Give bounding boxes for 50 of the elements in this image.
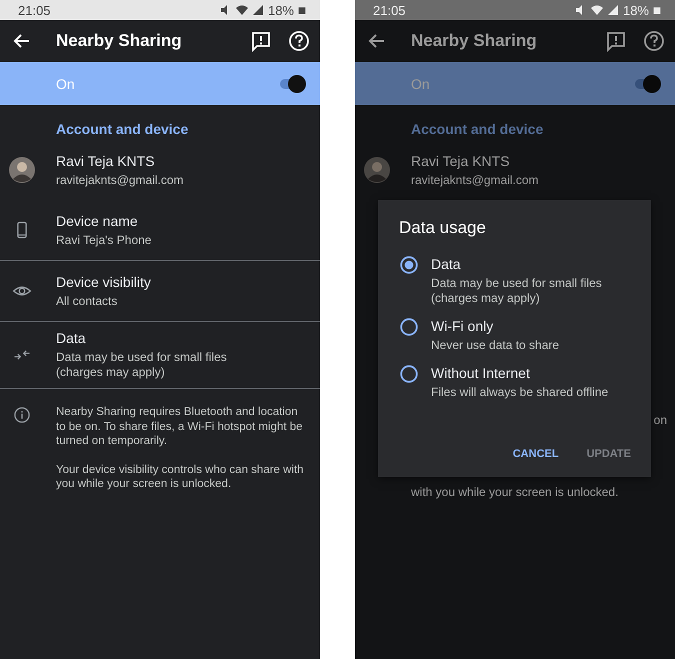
info-text: Nearby Sharing requires Bluetooth and location to be on. To share files, a Wi-Fi hotspot might be turned on temporarily.: [56, 405, 304, 448]
battery-percent: 18%: [268, 2, 294, 18]
feedback-icon[interactable]: [605, 30, 627, 52]
row-subtitle: ravitejaknts@gmail.com: [56, 172, 184, 188]
status-time: 21:05: [18, 2, 51, 18]
radio-button[interactable]: [400, 256, 418, 274]
switch-row[interactable]: On: [355, 62, 675, 105]
info-icon: [12, 405, 32, 425]
signal-icon: [252, 4, 264, 16]
row-subtitle: All contacts: [56, 294, 118, 308]
toggle-switch[interactable]: [278, 74, 306, 92]
status-time: 21:05: [373, 2, 406, 18]
switch-label: On: [56, 76, 76, 92]
section-header: Account and device: [410, 120, 544, 139]
option-subtitle: Files will always be shared offline: [431, 385, 608, 400]
radio-button[interactable]: [400, 318, 418, 336]
row-title: Device name: [56, 212, 139, 228]
radio-button[interactable]: [400, 365, 418, 383]
row-title: Data: [56, 330, 87, 346]
row-subtitle: Data may be used for small files (charges may apply): [56, 350, 227, 380]
switch-row[interactable]: On: [0, 62, 320, 105]
avatar-icon: [364, 157, 390, 183]
row-subtitle: Ravi Teja's Phone: [56, 232, 152, 248]
option-title: Without Internet: [431, 365, 531, 381]
option-subtitle: Data may be used for small files (charges may apply): [431, 276, 602, 306]
info-text: with you while your screen is unlocked.: [411, 485, 618, 499]
toggle-switch[interactable]: [633, 74, 661, 92]
switch-label: On: [411, 76, 431, 92]
signal-icon: [606, 4, 619, 16]
feedback-icon[interactable]: [250, 30, 272, 52]
option-title: Wi-Fi only: [431, 318, 494, 334]
option-title: Data: [431, 256, 462, 272]
info-text: Your device visibility controls who can share with you while your screen is unlocked.: [56, 462, 305, 492]
row-subtitle: ravitejaknts@gmail.com: [411, 172, 539, 188]
text-fragment: on: [654, 413, 667, 427]
avatar-icon: [9, 157, 35, 183]
help-icon[interactable]: [643, 30, 665, 52]
battery-percent: 18%: [622, 2, 649, 18]
wifi-icon: [236, 4, 248, 16]
help-icon[interactable]: [288, 30, 310, 52]
screen-title: Nearby Sharing: [56, 31, 183, 51]
screen-title: Nearby Sharing: [411, 31, 538, 51]
wifi-icon: [590, 4, 603, 16]
row-title: Ravi Teja KNTS: [411, 152, 511, 168]
section-header: Account and device: [55, 120, 190, 139]
row-title: Device visibility: [56, 274, 151, 290]
dialog-title: Data usage: [399, 218, 487, 238]
row-title: Ravi Teja KNTS: [56, 152, 156, 168]
dialog-button[interactable]: CANCEL: [512, 448, 559, 460]
option-subtitle: Never use data to share: [431, 338, 560, 353]
